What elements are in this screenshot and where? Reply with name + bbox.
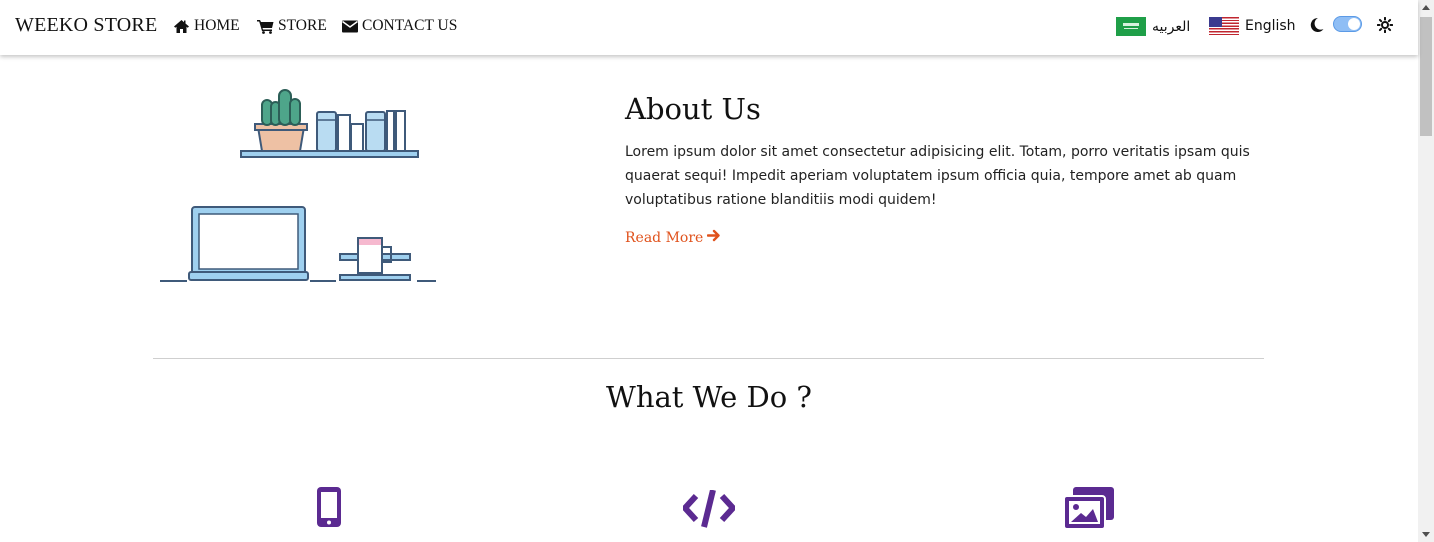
page-scrollbar[interactable] bbox=[1418, 0, 1434, 542]
what-we-do-title: What We Do ? bbox=[606, 380, 812, 414]
nav-contact-label: CONTACT US bbox=[362, 17, 458, 34]
workspace-illustration bbox=[160, 89, 436, 282]
scroll-down-arrow[interactable] bbox=[1422, 532, 1430, 537]
scrollbar-thumb[interactable] bbox=[1420, 17, 1432, 136]
images-icon bbox=[1063, 486, 1115, 534]
nav-contact-link[interactable]: CONTACT US bbox=[342, 17, 457, 35]
scroll-up-arrow[interactable] bbox=[1422, 5, 1430, 10]
brand-logo[interactable]: WEEKO STORE bbox=[15, 14, 157, 37]
envelope-icon bbox=[342, 20, 358, 33]
code-icon bbox=[682, 489, 736, 532]
nav-store-label: STORE bbox=[278, 17, 327, 34]
lang-arabic[interactable]: العربيه bbox=[1116, 17, 1190, 36]
lang-english-label: English bbox=[1245, 18, 1296, 34]
lang-arabic-label: العربيه bbox=[1152, 18, 1191, 35]
home-icon bbox=[173, 19, 190, 34]
read-more-label: Read More bbox=[625, 229, 704, 246]
nav-home-link[interactable]: HOME bbox=[173, 17, 240, 35]
about-title: About Us bbox=[625, 92, 761, 126]
nav-store-link[interactable]: STORE bbox=[257, 17, 327, 35]
lang-english[interactable]: English bbox=[1209, 17, 1296, 35]
section-divider bbox=[153, 358, 1264, 359]
moon-icon bbox=[1309, 17, 1324, 37]
navbar: WEEKO STORE HOME STORE CONTACT US العربي… bbox=[0, 0, 1418, 55]
arrow-right-icon bbox=[707, 229, 721, 246]
read-more-link[interactable]: Read More bbox=[625, 229, 721, 246]
sun-icon bbox=[1376, 16, 1394, 37]
about-text: Lorem ipsum dolor sit amet consectetur a… bbox=[625, 144, 1250, 208]
saudi-flag-icon bbox=[1116, 17, 1146, 36]
us-flag-icon bbox=[1209, 17, 1239, 35]
theme-toggle[interactable] bbox=[1333, 16, 1362, 32]
mobile-icon bbox=[316, 486, 342, 532]
cart-icon bbox=[257, 19, 274, 34]
nav-home-label: HOME bbox=[194, 17, 240, 34]
